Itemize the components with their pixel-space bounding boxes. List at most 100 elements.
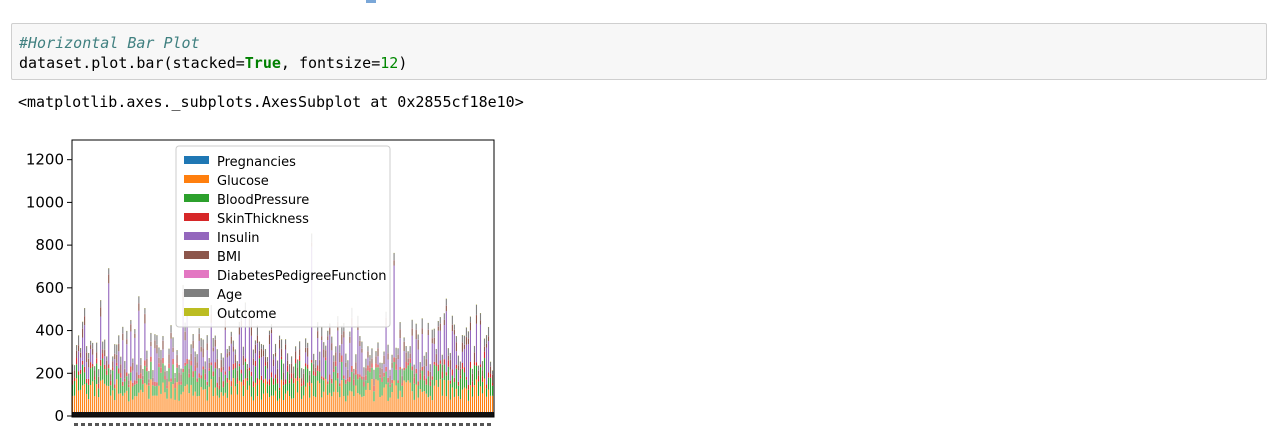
bar-segment-skinthickness	[241, 370, 242, 374]
bar-segment-bmi	[381, 369, 382, 378]
bar-segment-bloodpressure	[189, 377, 190, 393]
bar-segment-bloodpressure	[269, 385, 270, 397]
bar-segment-skinthickness	[76, 358, 77, 364]
bar-segment-skinthickness	[426, 379, 427, 385]
bar-segment-skinthickness	[98, 384, 99, 389]
bar-segment-insulin	[263, 356, 264, 379]
bar-segment-insulin	[261, 357, 262, 375]
bar-segment-glucose	[341, 380, 342, 415]
bar-66	[205, 361, 206, 416]
bar-segment-bloodpressure	[140, 379, 141, 390]
bar-segment-bloodpressure	[420, 380, 421, 390]
bar-78	[229, 346, 230, 416]
bar-segment-insulin	[416, 339, 417, 369]
bar-segment-bloodpressure	[237, 384, 238, 395]
bar-segment-age	[484, 339, 485, 347]
bar-segment-glucose	[392, 392, 393, 415]
bar-segment-skinthickness	[452, 369, 453, 375]
code-comment: #Horizontal Bar Plot	[19, 34, 200, 52]
bar-15	[102, 342, 103, 416]
bar-segment-insulin	[207, 350, 208, 382]
bar-segment-bmi	[140, 365, 141, 373]
bar-segment-skinthickness	[414, 377, 415, 383]
bar-segment-age	[285, 339, 286, 344]
bar-97	[267, 357, 268, 416]
bar-segment-bmi	[130, 324, 131, 331]
bar-62	[197, 354, 198, 416]
bar-103	[279, 336, 280, 416]
bar-segment-bloodpressure	[398, 383, 399, 399]
bar-segment-bmi	[78, 345, 79, 351]
bar-segment-bloodpressure	[275, 378, 276, 390]
bar-segment-skinthickness	[363, 382, 364, 387]
bar-segment-skinthickness	[343, 375, 344, 378]
bar-11	[94, 366, 95, 416]
bar-segment-bloodpressure	[446, 376, 447, 397]
bar-segment-glucose	[183, 392, 184, 415]
bar-111	[295, 346, 296, 416]
bar-segment-bmi	[185, 332, 186, 341]
bar-segment-bloodpressure	[112, 370, 113, 390]
bar-segment-bloodpressure	[193, 377, 194, 395]
bar-segment-bmi	[392, 362, 393, 368]
bar-segment-bloodpressure	[283, 385, 284, 400]
bar-segment-bmi	[492, 375, 493, 383]
bar-segment-bloodpressure	[197, 382, 198, 396]
bar-segment-bloodpressure	[249, 371, 250, 386]
bar-segment-age	[138, 296, 139, 303]
bar-37	[146, 351, 147, 416]
bar-segment-insulin	[227, 357, 228, 378]
bar-segment-insulin	[488, 341, 489, 372]
bar-23	[118, 335, 119, 416]
bar-segment-skinthickness	[100, 360, 101, 366]
bar-8	[88, 353, 89, 416]
legend-swatch-diabetespedigreefunction	[184, 270, 209, 278]
bar-segment-bmi	[112, 361, 113, 367]
bar-45	[162, 336, 163, 416]
bar-segment-glucose	[281, 380, 282, 416]
bar-21	[114, 344, 115, 416]
bar-segment-age	[375, 351, 376, 356]
bar-segment-bloodpressure	[307, 369, 308, 383]
bar-segment-age	[221, 353, 222, 360]
bar-segment-skinthickness	[319, 369, 320, 371]
bar-segment-bloodpressure	[323, 380, 324, 391]
bar-segment-insulin	[275, 357, 276, 375]
bar-segment-skinthickness	[211, 363, 212, 366]
bar-segment-bmi	[257, 335, 258, 343]
bar-segment-glucose	[462, 390, 463, 416]
bar-segment-skinthickness	[96, 358, 97, 363]
bar-149	[371, 348, 372, 416]
bar-segment-bloodpressure	[377, 367, 378, 380]
bar-segment-insulin	[279, 349, 280, 388]
bar-segment-bloodpressure	[191, 365, 192, 384]
bar-segment-insulin	[78, 351, 79, 371]
bar-segment-age	[462, 335, 463, 342]
bar-segment-insulin	[114, 359, 115, 384]
bar-segment-bloodpressure	[396, 370, 397, 386]
legend-label-insulin: Insulin	[217, 231, 260, 246]
bar-segment-bloodpressure	[313, 375, 314, 396]
bar-segment-bmi	[373, 378, 374, 386]
bar-segment-glucose	[189, 393, 190, 415]
bar-segment-bloodpressure	[404, 370, 405, 380]
bar-segment-glucose	[357, 393, 358, 415]
bar-segment-age	[442, 355, 443, 365]
bar-segment-skinthickness	[301, 383, 302, 386]
bar-196	[466, 327, 467, 416]
bar-segment-glucose	[217, 396, 218, 415]
code-cell-input[interactable]: #Horizontal Bar Plot dataset.plot.bar(st…	[11, 23, 1267, 80]
bar-segment-bmi	[404, 342, 405, 351]
bar-170	[414, 365, 415, 416]
bar-125	[323, 342, 324, 416]
bar-segment-glucose	[452, 387, 453, 415]
bar-segment-skinthickness	[492, 383, 493, 386]
bar-segment-skinthickness	[219, 386, 220, 390]
bar-segment-age	[279, 336, 280, 340]
output-repr: <matplotlib.axes._subplots.AxesSubplot a…	[18, 92, 524, 112]
bar-segment-skinthickness	[255, 361, 256, 366]
bar-segment-age	[146, 351, 147, 359]
bar-segment-bloodpressure	[422, 371, 423, 392]
bar-segment-glucose	[225, 393, 226, 415]
bar-segment-skinthickness	[287, 365, 288, 371]
